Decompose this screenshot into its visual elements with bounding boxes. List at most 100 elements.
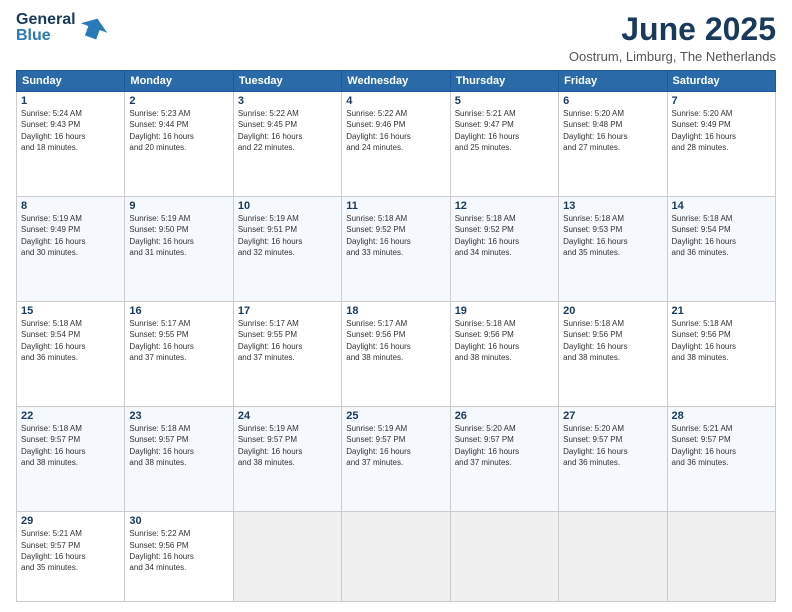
page: General Blue June 2025 Oostrum, Limburg,… bbox=[0, 0, 792, 612]
day-number: 21 bbox=[672, 305, 771, 317]
logo-blue: Blue bbox=[16, 28, 76, 44]
table-row: 3Sunrise: 5:22 AMSunset: 9:45 PMDaylight… bbox=[233, 92, 341, 197]
table-row: 17 Sunrise: 5:17 AMSunset: 9:55 PMDayligh… bbox=[233, 302, 341, 407]
day-detail: Sunrise: 5:20 AMSunset: 9:49 PMDaylight:… bbox=[672, 109, 736, 152]
day-detail: Sunrise: 5:22 AMSunset: 9:56 PMDaylight:… bbox=[129, 529, 193, 572]
day-number: 2 bbox=[129, 95, 228, 107]
logo: General Blue bbox=[16, 12, 108, 44]
table-row bbox=[233, 512, 341, 602]
calendar-row: 15 Sunrise: 5:18 AMSunset: 9:54 PMDayligh… bbox=[17, 302, 776, 407]
table-row: 16 Sunrise: 5:17 AMSunset: 9:55 PMDayligh… bbox=[125, 302, 233, 407]
day-number: 8 bbox=[21, 200, 120, 212]
table-row: 30 Sunrise: 5:22 AMSunset: 9:56 PMDayligh… bbox=[125, 512, 233, 602]
day-detail: Sunrise: 5:18 AMSunset: 9:56 PMDaylight:… bbox=[563, 319, 627, 362]
table-row: 6 Sunrise: 5:20 AMSunset: 9:48 PMDaylight… bbox=[559, 92, 667, 197]
day-number: 25 bbox=[346, 410, 445, 422]
day-detail: Sunrise: 5:17 AMSunset: 9:55 PMDaylight:… bbox=[238, 319, 302, 362]
calendar-row: 1 Sunrise: 5:24 AMSunset: 9:43 PMDaylight… bbox=[17, 92, 776, 197]
day-number: 10 bbox=[238, 200, 337, 212]
day-detail: Sunrise: 5:22 AMSunset: 9:45 PMDaylight:… bbox=[238, 109, 302, 152]
table-row: 8Sunrise: 5:19 AMSunset: 9:49 PMDaylight… bbox=[17, 197, 125, 302]
day-number: 16 bbox=[129, 305, 228, 317]
day-detail: Sunrise: 5:19 AMSunset: 9:57 PMDaylight:… bbox=[346, 424, 410, 467]
calendar-row: 29 Sunrise: 5:21 AMSunset: 9:57 PMDayligh… bbox=[17, 512, 776, 602]
day-detail: Sunrise: 5:18 AMSunset: 9:52 PMDaylight:… bbox=[455, 214, 519, 257]
day-detail: Sunrise: 5:17 AMSunset: 9:56 PMDaylight:… bbox=[346, 319, 410, 362]
day-detail: Sunrise: 5:18 AMSunset: 9:56 PMDaylight:… bbox=[672, 319, 736, 362]
day-number: 27 bbox=[563, 410, 662, 422]
calendar-row: 22 Sunrise: 5:18 AMSunset: 9:57 PMDayligh… bbox=[17, 407, 776, 512]
day-number: 9 bbox=[129, 200, 228, 212]
day-number: 30 bbox=[129, 515, 228, 527]
day-detail: Sunrise: 5:20 AMSunset: 9:48 PMDaylight:… bbox=[563, 109, 627, 152]
table-row: 13 Sunrise: 5:18 AMSunset: 9:53 PMDayligh… bbox=[559, 197, 667, 302]
day-detail: Sunrise: 5:21 AMSunset: 9:57 PMDaylight:… bbox=[672, 424, 736, 467]
table-row: 1 Sunrise: 5:24 AMSunset: 9:43 PMDaylight… bbox=[17, 92, 125, 197]
table-row: 24Sunrise: 5:19 AMSunset: 9:57 PMDayligh… bbox=[233, 407, 341, 512]
table-row: 23 Sunrise: 5:18 AMSunset: 9:57 PMDayligh… bbox=[125, 407, 233, 512]
day-detail: Sunrise: 5:24 AMSunset: 9:43 PMDaylight:… bbox=[21, 109, 85, 152]
day-number: 18 bbox=[346, 305, 445, 317]
day-detail: Sunrise: 5:18 AMSunset: 9:53 PMDaylight:… bbox=[563, 214, 627, 257]
day-detail: Sunrise: 5:21 AMSunset: 9:57 PMDaylight:… bbox=[21, 529, 85, 572]
title-block: June 2025 Oostrum, Limburg, The Netherla… bbox=[569, 12, 776, 64]
day-number: 13 bbox=[563, 200, 662, 212]
day-number: 1 bbox=[21, 95, 120, 107]
day-detail: Sunrise: 5:18 AMSunset: 9:54 PMDaylight:… bbox=[672, 214, 736, 257]
table-row: 18 Sunrise: 5:17 AMSunset: 9:56 PMDayligh… bbox=[342, 302, 450, 407]
day-number: 29 bbox=[21, 515, 120, 527]
calendar-row: 8Sunrise: 5:19 AMSunset: 9:49 PMDaylight… bbox=[17, 197, 776, 302]
table-row: 7 Sunrise: 5:20 AMSunset: 9:49 PMDaylight… bbox=[667, 92, 775, 197]
table-row bbox=[450, 512, 558, 602]
day-number: 23 bbox=[129, 410, 228, 422]
day-number: 5 bbox=[455, 95, 554, 107]
location: Oostrum, Limburg, The Netherlands bbox=[569, 49, 776, 64]
day-detail: Sunrise: 5:18 AMSunset: 9:52 PMDaylight:… bbox=[346, 214, 410, 257]
day-detail: Sunrise: 5:22 AMSunset: 9:46 PMDaylight:… bbox=[346, 109, 410, 152]
header-tuesday: Tuesday bbox=[233, 71, 341, 92]
day-detail: Sunrise: 5:18 AMSunset: 9:57 PMDaylight:… bbox=[21, 424, 85, 467]
weekday-header-row: Sunday Monday Tuesday Wednesday Thursday… bbox=[17, 71, 776, 92]
day-detail: Sunrise: 5:19 AMSunset: 9:57 PMDaylight:… bbox=[238, 424, 302, 467]
table-row: 28Sunrise: 5:21 AMSunset: 9:57 PMDayligh… bbox=[667, 407, 775, 512]
day-number: 4 bbox=[346, 95, 445, 107]
header-wednesday: Wednesday bbox=[342, 71, 450, 92]
header-thursday: Thursday bbox=[450, 71, 558, 92]
header-friday: Friday bbox=[559, 71, 667, 92]
table-row: 12 Sunrise: 5:18 AMSunset: 9:52 PMDayligh… bbox=[450, 197, 558, 302]
calendar-table: Sunday Monday Tuesday Wednesday Thursday… bbox=[16, 70, 776, 602]
day-detail: Sunrise: 5:20 AMSunset: 9:57 PMDaylight:… bbox=[563, 424, 627, 467]
table-row: 10Sunrise: 5:19 AMSunset: 9:51 PMDayligh… bbox=[233, 197, 341, 302]
header: General Blue June 2025 Oostrum, Limburg,… bbox=[16, 12, 776, 64]
table-row: 19 Sunrise: 5:18 AMSunset: 9:56 PMDayligh… bbox=[450, 302, 558, 407]
day-detail: Sunrise: 5:17 AMSunset: 9:55 PMDaylight:… bbox=[129, 319, 193, 362]
day-detail: Sunrise: 5:21 AMSunset: 9:47 PMDaylight:… bbox=[455, 109, 519, 152]
header-saturday: Saturday bbox=[667, 71, 775, 92]
table-row bbox=[342, 512, 450, 602]
header-sunday: Sunday bbox=[17, 71, 125, 92]
table-row: 5 Sunrise: 5:21 AMSunset: 9:47 PMDaylight… bbox=[450, 92, 558, 197]
day-number: 12 bbox=[455, 200, 554, 212]
day-number: 6 bbox=[563, 95, 662, 107]
day-number: 15 bbox=[21, 305, 120, 317]
day-detail: Sunrise: 5:18 AMSunset: 9:54 PMDaylight:… bbox=[21, 319, 85, 362]
day-detail: Sunrise: 5:23 AMSunset: 9:44 PMDaylight:… bbox=[129, 109, 193, 152]
day-number: 11 bbox=[346, 200, 445, 212]
logo-general: General bbox=[16, 12, 76, 28]
day-number: 22 bbox=[21, 410, 120, 422]
table-row: 25 Sunrise: 5:19 AMSunset: 9:57 PMDayligh… bbox=[342, 407, 450, 512]
table-row: 4 Sunrise: 5:22 AMSunset: 9:46 PMDaylight… bbox=[342, 92, 450, 197]
day-detail: Sunrise: 5:18 AMSunset: 9:56 PMDaylight:… bbox=[455, 319, 519, 362]
table-row: 15 Sunrise: 5:18 AMSunset: 9:54 PMDayligh… bbox=[17, 302, 125, 407]
table-row: 26Sunrise: 5:20 AMSunset: 9:57 PMDayligh… bbox=[450, 407, 558, 512]
day-number: 17 bbox=[238, 305, 337, 317]
day-number: 14 bbox=[672, 200, 771, 212]
day-number: 20 bbox=[563, 305, 662, 317]
table-row bbox=[667, 512, 775, 602]
day-number: 7 bbox=[672, 95, 771, 107]
day-detail: Sunrise: 5:18 AMSunset: 9:57 PMDaylight:… bbox=[129, 424, 193, 467]
table-row: 11 Sunrise: 5:18 AMSunset: 9:52 PMDayligh… bbox=[342, 197, 450, 302]
header-monday: Monday bbox=[125, 71, 233, 92]
day-detail: Sunrise: 5:20 AMSunset: 9:57 PMDaylight:… bbox=[455, 424, 519, 467]
day-number: 19 bbox=[455, 305, 554, 317]
